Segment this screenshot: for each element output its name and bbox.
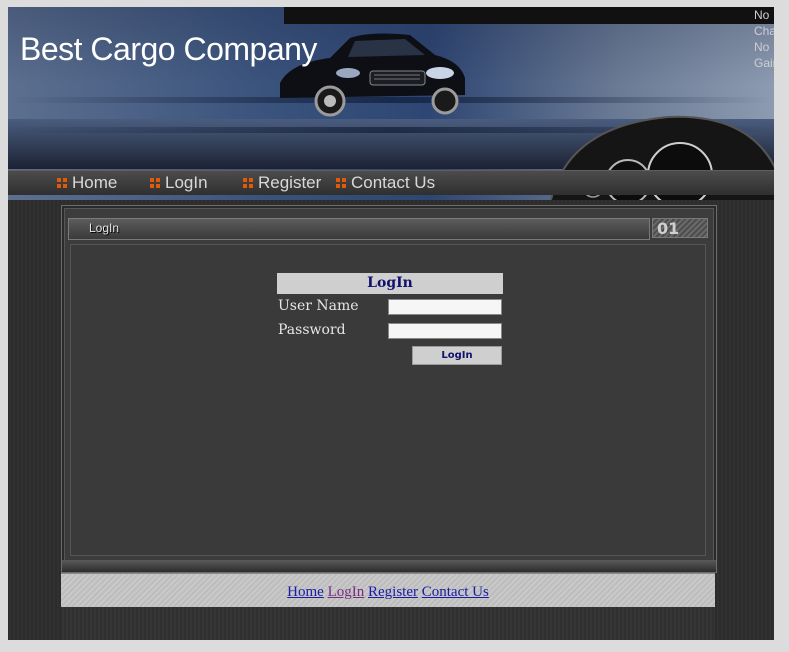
login-form: LogIn User Name Password LogIn [277,273,503,365]
footer-link-login[interactable]: LogIn [328,584,365,600]
password-input[interactable] [388,323,502,339]
grid-bullet-icon [336,177,347,189]
footer: Home LogIn Register Contact Us [61,573,715,608]
top-bar: No Chains, No Gains [284,7,774,70]
footer-link-contact[interactable]: Contact Us [422,584,489,600]
panel-number: 01 [652,218,708,238]
panel-title-bar: LogIn [68,218,650,240]
grid-bullet-icon [243,177,254,189]
grid-bullet-icon [150,177,161,189]
username-input[interactable] [388,299,502,315]
username-label: User Name [278,298,359,314]
nav-register[interactable]: Register [243,174,321,192]
panel-bottom-edge [62,560,716,572]
username-row: User Name [277,294,503,318]
password-label: Password [278,322,346,338]
footer-background [61,607,715,640]
tagline: No Chains, No Gains [754,8,774,70]
nav-contact-label: Contact Us [351,173,436,192]
footer-links: Home LogIn Register Contact Us [61,584,715,601]
login-button[interactable]: LogIn [412,346,502,365]
login-form-heading: LogIn [277,273,503,294]
password-row: Password [277,318,503,342]
nav-register-label: Register [258,173,322,192]
nav-home-label: Home [72,173,118,192]
footer-link-home[interactable]: Home [287,584,324,600]
footer-link-register[interactable]: Register [368,584,418,600]
login-panel: LogIn 01 [61,205,717,573]
nav-login[interactable]: LogIn [150,174,208,192]
panel-title: LogIn [89,221,120,235]
main-nav: Home LogIn Register Contact Us [8,170,774,195]
site-title: Best Cargo Company [20,31,317,67]
nav-login-label: LogIn [165,173,208,192]
nav-home[interactable]: Home [57,174,117,192]
grid-bullet-icon [57,177,68,189]
nav-contact[interactable]: Contact Us [336,174,435,192]
